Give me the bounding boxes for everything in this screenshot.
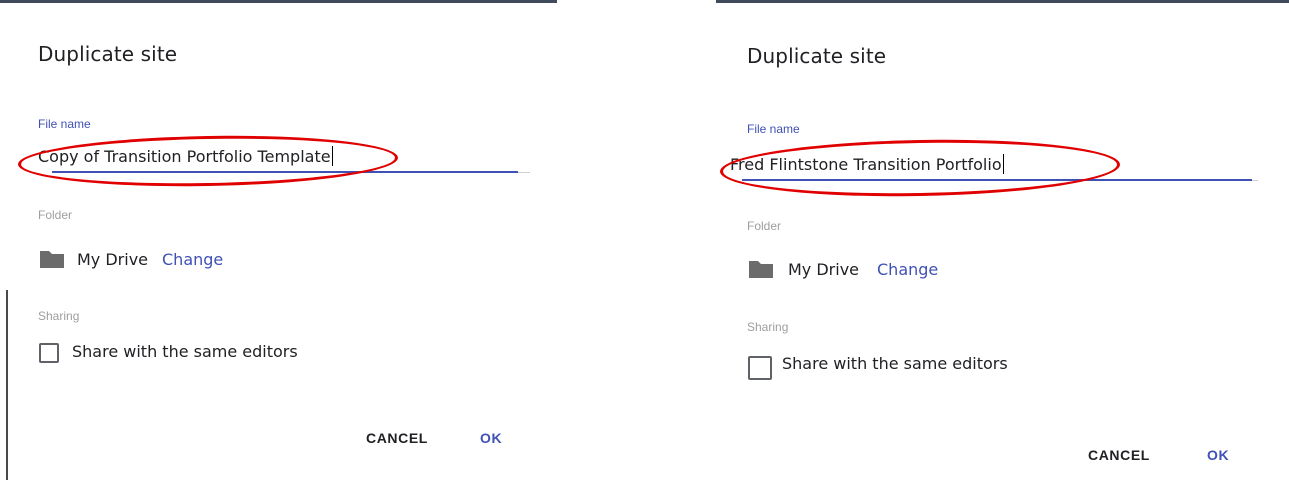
folder-icon [749, 261, 773, 278]
cancel-button[interactable]: CANCEL [1088, 447, 1150, 463]
share-checkbox[interactable] [748, 356, 772, 380]
file-name-label: File name [747, 122, 800, 136]
left-dialog-side-border [6, 290, 8, 480]
share-checkbox-label: Share with the same editors [782, 354, 1008, 373]
file-name-underline-tail [518, 172, 530, 173]
left-duplicate-dialog: Duplicate site File name Copy of Transit… [0, 0, 560, 498]
folder-icon [40, 251, 64, 268]
sharing-label: Sharing [38, 309, 80, 323]
change-folder-link[interactable]: Change [162, 250, 223, 269]
cancel-button[interactable]: CANCEL [366, 430, 428, 446]
change-folder-link[interactable]: Change [877, 260, 938, 279]
right-duplicate-dialog: Duplicate site File name Fred Flintstone… [712, 0, 1289, 498]
folder-label: Folder [38, 208, 73, 222]
file-name-underline-tail [1252, 180, 1258, 181]
annotation-ellipse [719, 136, 1121, 200]
share-checkbox[interactable] [39, 343, 59, 363]
ok-button[interactable]: OK [480, 430, 502, 446]
folder-name: My Drive [77, 250, 149, 269]
right-dialog-top-border [716, 0, 1289, 3]
left-dialog-top-border [0, 0, 557, 3]
folder-name: My Drive [788, 260, 860, 279]
dialog-title: Duplicate site [747, 44, 887, 68]
dialog-title: Duplicate site [38, 42, 178, 66]
sharing-label: Sharing [747, 320, 789, 334]
annotation-ellipse [17, 132, 399, 190]
folder-label: Folder [747, 219, 782, 233]
ok-button[interactable]: OK [1207, 447, 1229, 463]
file-name-label: File name [38, 117, 91, 131]
share-checkbox-label: Share with the same editors [72, 342, 298, 361]
